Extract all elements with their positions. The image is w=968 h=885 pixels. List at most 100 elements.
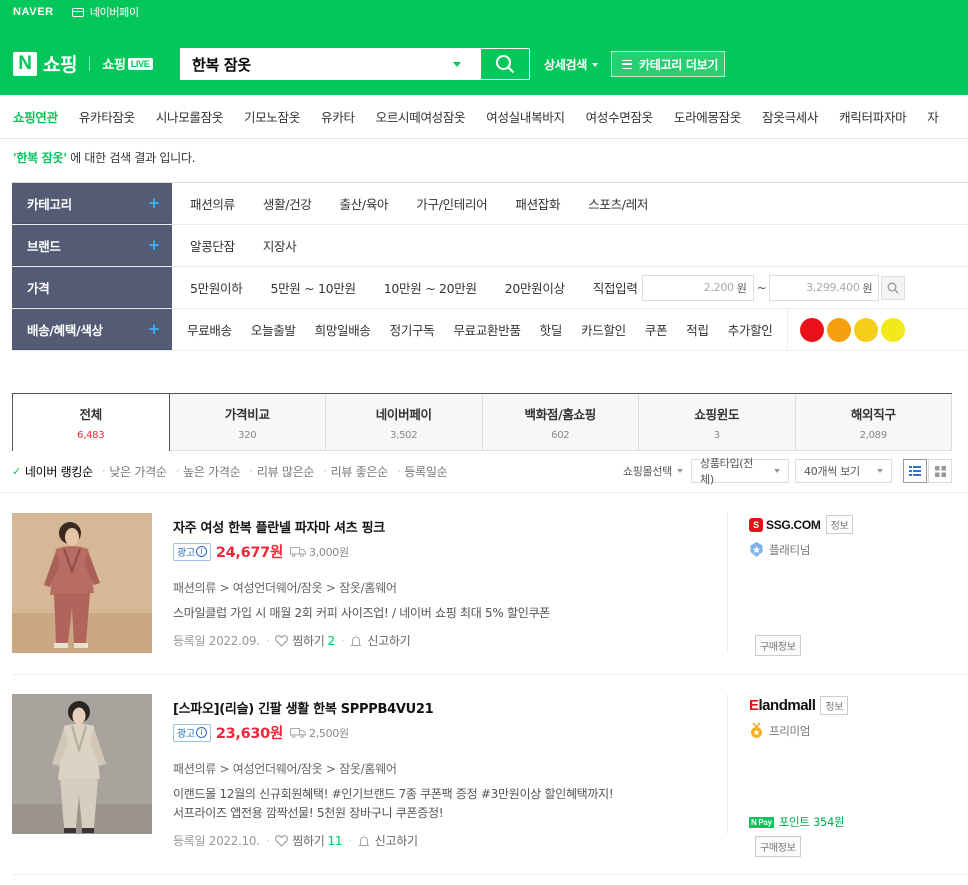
tab-label: 백화점/홈쇼핑 — [524, 406, 597, 422]
report-button[interactable]: 신고하기 — [350, 632, 411, 649]
filter-option[interactable]: 무료배송 — [187, 320, 232, 339]
filter-option[interactable]: 추가할인 — [728, 320, 773, 339]
price-range-tilde: ~ — [756, 280, 767, 295]
related-keyword[interactable]: 오르시떼여성잠옷 — [376, 107, 466, 126]
filter-option[interactable]: 가구/인테리어 — [416, 194, 487, 213]
product-thumbnail[interactable] — [12, 513, 152, 653]
tab-price-compare[interactable]: 가격비교 320 — [169, 394, 326, 451]
color-swatch-orange[interactable] — [826, 317, 851, 342]
filter-option[interactable]: 패션의류 — [190, 194, 235, 213]
meta-divider: · — [265, 633, 270, 648]
ad-badge[interactable]: 광고 i — [173, 542, 211, 561]
product-price[interactable]: 24,677원 — [216, 541, 284, 562]
purchase-info-button[interactable]: 구매정보 — [755, 836, 801, 857]
filter-header-benefit[interactable]: 배송/혜택/색상 + — [12, 309, 172, 350]
zzim-button[interactable]: 찜하기 11 — [275, 832, 342, 849]
report-button[interactable]: 신고하기 — [358, 832, 418, 849]
filter-option[interactable]: 10만원 ~ 20만원 — [384, 278, 477, 297]
grid-view-button[interactable] — [928, 459, 952, 483]
filter-header-category[interactable]: 카테고리 + — [12, 183, 172, 224]
related-keyword[interactable]: 여성실내복바지 — [486, 107, 565, 126]
price-min-input[interactable]: 2,200 원 — [641, 274, 754, 301]
chevron-down-icon — [774, 469, 780, 473]
sort-divider: · — [101, 464, 106, 478]
sort-option-high-price[interactable]: 높은 가격순 — [183, 463, 241, 480]
search-button[interactable] — [480, 48, 530, 80]
list-view-button[interactable] — [903, 459, 927, 483]
filter-option[interactable]: 오늘출발 — [251, 320, 296, 339]
filter-option[interactable]: 5만원 ~ 10만원 — [270, 278, 356, 297]
related-keyword[interactable]: 기모노잠옷 — [244, 107, 300, 126]
product-price[interactable]: 23,630원 — [216, 722, 284, 743]
product-category-path[interactable]: 패션의류 > 여성언더웨어/잠옷 > 잠옷/홈웨어 — [173, 760, 613, 777]
filter-option[interactable]: 스포츠/레저 — [588, 194, 648, 213]
shopping-live-link[interactable]: 쇼핑 LIVE — [102, 54, 153, 73]
price-search-button[interactable] — [881, 275, 906, 300]
filter-option[interactable]: 무료교환반품 — [453, 320, 521, 339]
product-info: [스파오](리슬) 긴팔 생활 한복 SPPPB4VU21 광고 i 23,630… — [173, 698, 614, 849]
related-keyword[interactable]: 도라에몽잠옷 — [674, 107, 742, 126]
filter-option[interactable]: 핫딜 — [540, 320, 563, 339]
sort-option-date[interactable]: 등록일순 — [404, 463, 447, 480]
filter-option[interactable]: 쿠폰 — [645, 320, 668, 339]
product-title[interactable]: [스파오](리슬) 긴팔 생활 한복 SPPPB4VU21 — [173, 698, 613, 717]
product-type-select[interactable]: 상품타입(전체) — [691, 457, 789, 486]
tab-overseas[interactable]: 해외직구 2,089 — [795, 394, 952, 451]
elandmall-logo[interactable]: E landmall — [749, 697, 816, 714]
filter-option[interactable]: 출산/육아 — [340, 194, 389, 213]
mall-select-dropdown[interactable]: 쇼핑몰선택 — [623, 463, 683, 479]
product-thumbnail[interactable] — [12, 694, 152, 834]
tab-department-store[interactable]: 백화점/홈쇼핑 602 — [482, 394, 639, 451]
filter-option[interactable]: 정기구독 — [390, 320, 435, 339]
filter-option[interactable]: 적립 — [686, 320, 709, 339]
filter-label: 카테고리 — [27, 196, 72, 212]
related-keyword[interactable]: 캐릭터파자마 — [839, 107, 907, 126]
mall-info-tag[interactable]: 정보 — [820, 696, 849, 715]
autocomplete-toggle-icon[interactable] — [453, 61, 461, 67]
color-swatch-lemon[interactable] — [880, 317, 905, 342]
filter-header-brand[interactable]: 브랜드 + — [12, 225, 172, 266]
mall-info-tag[interactable]: 정보 — [825, 515, 854, 534]
color-swatch-red[interactable] — [799, 317, 824, 342]
sort-option-review-score[interactable]: 리뷰 좋은순 — [331, 463, 389, 480]
shopping-logo[interactable]: N 쇼핑 쇼핑 LIVE — [13, 50, 153, 77]
shipping-fee-value: 3,000원 — [309, 545, 349, 559]
sort-option-review-count[interactable]: 리뷰 많은순 — [257, 463, 315, 480]
naver-logo[interactable]: NAVER — [13, 6, 54, 18]
filter-option[interactable]: 생활/건강 — [263, 194, 312, 213]
filter-option[interactable]: 5만원이하 — [190, 278, 243, 297]
related-keyword[interactable]: 유카타잠옷 — [79, 107, 135, 126]
tab-shopping-window[interactable]: 쇼핑윈도 3 — [639, 394, 796, 451]
sort-option-ranking[interactable]: 네이버 랭킹순 — [25, 463, 93, 480]
filter-option[interactable]: 카드할인 — [581, 320, 626, 339]
related-keyword[interactable]: 자 — [927, 107, 939, 126]
sort-divider: · — [396, 464, 401, 478]
ad-badge[interactable]: 광고 i — [173, 723, 211, 742]
zzim-button[interactable]: 찜하기 2 — [275, 632, 335, 649]
info-icon: i — [195, 727, 207, 738]
category-more-button[interactable]: 카테고리 더보기 — [611, 51, 725, 77]
tab-naver-pay[interactable]: 네이버페이 3,502 — [326, 394, 483, 451]
tab-all[interactable]: 전체 6,483 — [12, 394, 170, 451]
sort-option-low-price[interactable]: 낮은 가격순 — [109, 463, 167, 480]
product-category-path[interactable]: 패션의류 > 여성언더웨어/잠옷 > 잠옷/홈웨어 — [173, 579, 550, 596]
detail-search-button[interactable]: 상세검색 — [544, 56, 598, 73]
price-row: 광고 i 23,630원 2,500원 — [173, 722, 613, 743]
ssg-logo[interactable]: S SSG.COM — [749, 517, 821, 532]
filter-option[interactable]: 알콩단잠 — [190, 236, 235, 255]
product-title[interactable]: 자주 여성 한복 플란넬 파자마 셔츠 핑크 — [173, 517, 550, 536]
naver-pay-link[interactable]: 네이버페이 — [71, 4, 139, 20]
purchase-info-button[interactable]: 구매정보 — [755, 635, 801, 656]
filter-option[interactable]: 패션잡화 — [515, 194, 560, 213]
related-keyword[interactable]: 유카타 — [321, 107, 355, 126]
filter-option[interactable]: 지장사 — [263, 236, 297, 255]
related-keyword[interactable]: 시나모롤잠옷 — [156, 107, 224, 126]
filter-option[interactable]: 희망일배송 — [315, 320, 371, 339]
search-input[interactable] — [180, 55, 450, 73]
related-keyword[interactable]: 잠옷극세사 — [762, 107, 818, 126]
color-swatch-yellow[interactable] — [853, 317, 878, 342]
price-max-input[interactable]: 3,299,400 원 — [769, 274, 880, 301]
filter-option[interactable]: 20만원이상 — [505, 278, 565, 297]
view-count-select[interactable]: 40개씩 보기 — [795, 459, 892, 483]
related-keyword[interactable]: 여성수면잠옷 — [586, 107, 654, 126]
